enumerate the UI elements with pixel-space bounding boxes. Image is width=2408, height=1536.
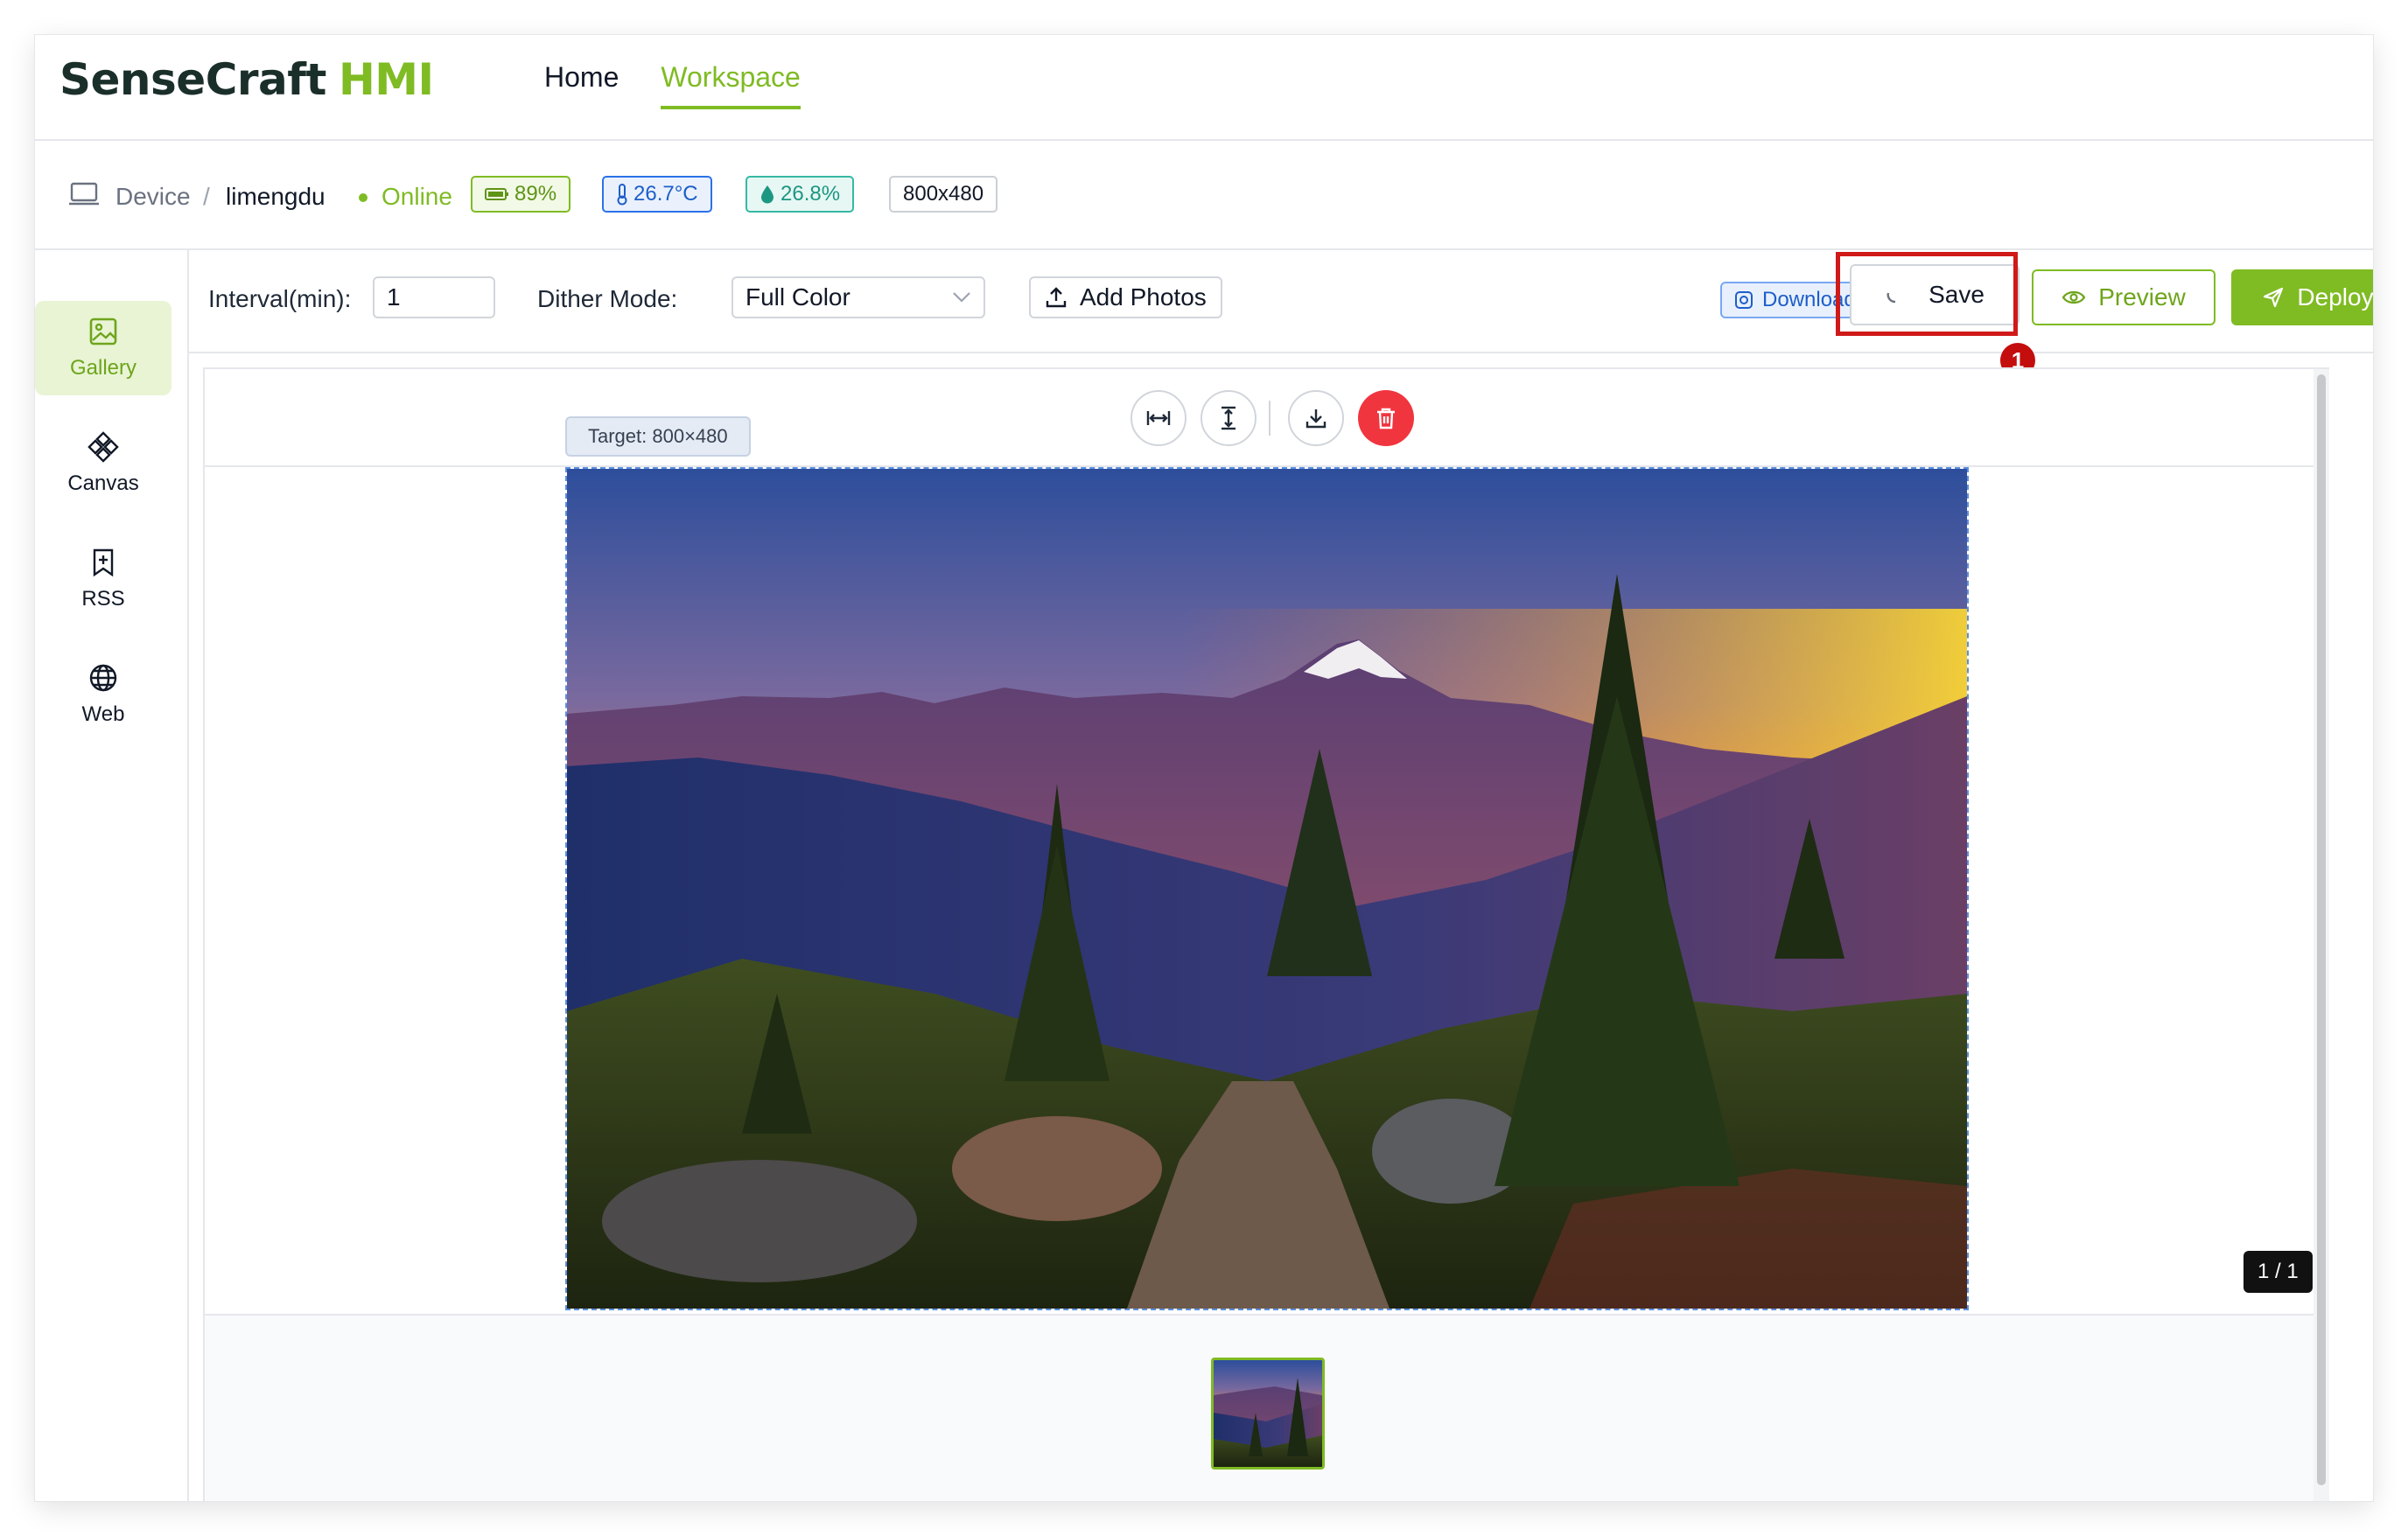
scrollbar-thumb[interactable] xyxy=(2317,374,2326,1485)
device-name: limengdu xyxy=(226,183,326,210)
vertical-scrollbar[interactable] xyxy=(2314,369,2329,1501)
deploy-label: Deploy xyxy=(2297,283,2373,311)
canvas-area: 1 / 1 xyxy=(205,467,2314,1314)
delete-image-button[interactable] xyxy=(1358,390,1414,446)
trash-icon xyxy=(1377,408,1395,429)
sidebar-item-canvas[interactable]: Canvas xyxy=(35,416,172,511)
fit-width-icon xyxy=(1146,411,1171,425)
sidebar-label-gallery: Gallery xyxy=(69,356,137,380)
image-editor: Target: 800×480 1 / 1 xyxy=(203,367,2329,1501)
download-image-button[interactable] xyxy=(1288,390,1344,446)
online-dot xyxy=(359,193,368,202)
preview-label: Preview xyxy=(2098,283,2186,311)
breadcrumb-device[interactable]: Device xyxy=(116,183,191,211)
image-icon xyxy=(89,318,117,346)
droplet-icon xyxy=(761,185,774,204)
landscape-photo[interactable] xyxy=(565,467,1969,1310)
sidebar-item-rss[interactable]: RSS xyxy=(35,532,172,626)
canvas-icon xyxy=(88,431,119,463)
device-bar: Device / limengdu Online 89% 26.7°C 26.8… xyxy=(35,141,2373,250)
laptop-icon xyxy=(69,182,99,206)
dither-value: Full Color xyxy=(746,283,850,311)
fit-width-button[interactable] xyxy=(1130,390,1186,446)
send-icon xyxy=(2264,287,2284,308)
save-highlight-box xyxy=(1836,252,2018,336)
add-photos-button[interactable]: Add Photos xyxy=(1029,276,1222,318)
target-size-tag: Target: 800×480 xyxy=(565,416,751,457)
download-icon xyxy=(1306,409,1326,429)
humidity-value: 26.8% xyxy=(780,182,841,206)
online-status: Online xyxy=(382,183,452,210)
battery-icon xyxy=(485,188,508,200)
sidebar-label-rss: RSS xyxy=(81,587,125,611)
interval-value: 1 xyxy=(387,283,401,311)
temperature-badge: 26.7°C xyxy=(602,176,712,213)
sidebar-label-web: Web xyxy=(81,702,125,726)
add-photos-label: Add Photos xyxy=(1080,283,1207,311)
app-window: SenseCraft HMI Home Workspace Device / li… xyxy=(35,35,2373,1501)
fit-height-button[interactable] xyxy=(1200,390,1256,446)
globe-icon xyxy=(89,664,117,692)
mountain-landscape-image xyxy=(567,469,1967,1309)
logo: SenseCraft HMI xyxy=(60,54,434,105)
breadcrumb-separator: / xyxy=(203,183,210,210)
humidity-badge: 26.8% xyxy=(746,176,855,213)
eye-icon xyxy=(2062,290,2086,304)
logo-secondary: HMI xyxy=(338,54,434,105)
thumbnail-item[interactable] xyxy=(1211,1358,1325,1470)
upload-icon xyxy=(1046,287,1067,308)
deploy-button[interactable]: Deploy xyxy=(2231,269,2373,325)
resolution-value: 800x480 xyxy=(903,182,984,206)
battery-value: 89% xyxy=(514,182,557,206)
image-counter: 1 / 1 xyxy=(2244,1251,2313,1293)
chevron-down-icon xyxy=(953,292,970,303)
thumbnail-strip xyxy=(205,1314,2314,1501)
thumbnail-image xyxy=(1214,1360,1322,1467)
download-progress-icon xyxy=(1735,291,1753,309)
temperature-value: 26.7°C xyxy=(634,182,698,206)
bookmark-plus-icon xyxy=(93,548,114,577)
fit-height-icon xyxy=(1222,406,1236,430)
top-header: SenseCraft HMI Home Workspace xyxy=(35,35,2373,141)
toolbar-divider xyxy=(1269,401,1270,436)
sidebar-label-canvas: Canvas xyxy=(67,471,139,495)
editor-toolbar: Interval(min): 1 Dither Mode: Full Color… xyxy=(189,250,2373,378)
main-nav: Home Workspace xyxy=(544,61,801,109)
interval-input[interactable]: 1 xyxy=(373,276,495,318)
dither-select[interactable]: Full Color xyxy=(732,276,985,318)
sidebar: Gallery Canvas RSS Web xyxy=(35,250,189,1501)
sidebar-item-web[interactable]: Web xyxy=(35,647,172,742)
dither-label: Dither Mode: xyxy=(537,285,678,312)
resolution-badge: 800x480 xyxy=(889,176,998,213)
editor-top-bar: Target: 800×480 xyxy=(205,369,2328,467)
preview-button[interactable]: Preview xyxy=(2032,269,2216,325)
battery-badge: 89% xyxy=(471,176,571,213)
logo-primary: SenseCraft xyxy=(60,54,326,105)
nav-home[interactable]: Home xyxy=(544,61,619,109)
sidebar-item-gallery[interactable]: Gallery xyxy=(35,301,172,395)
thermometer-icon xyxy=(617,184,627,206)
nav-workspace[interactable]: Workspace xyxy=(661,61,801,109)
interval-label: Interval(min): xyxy=(208,285,352,312)
